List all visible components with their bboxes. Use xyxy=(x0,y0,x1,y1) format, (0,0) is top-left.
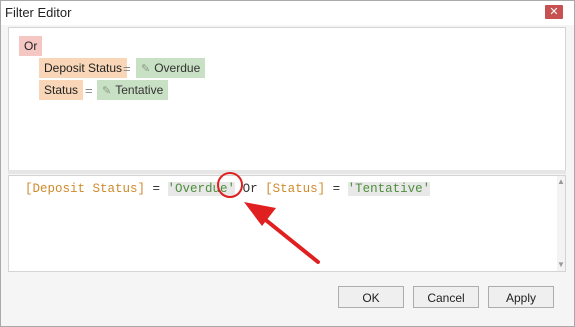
annotation-arrow-icon xyxy=(244,202,320,264)
